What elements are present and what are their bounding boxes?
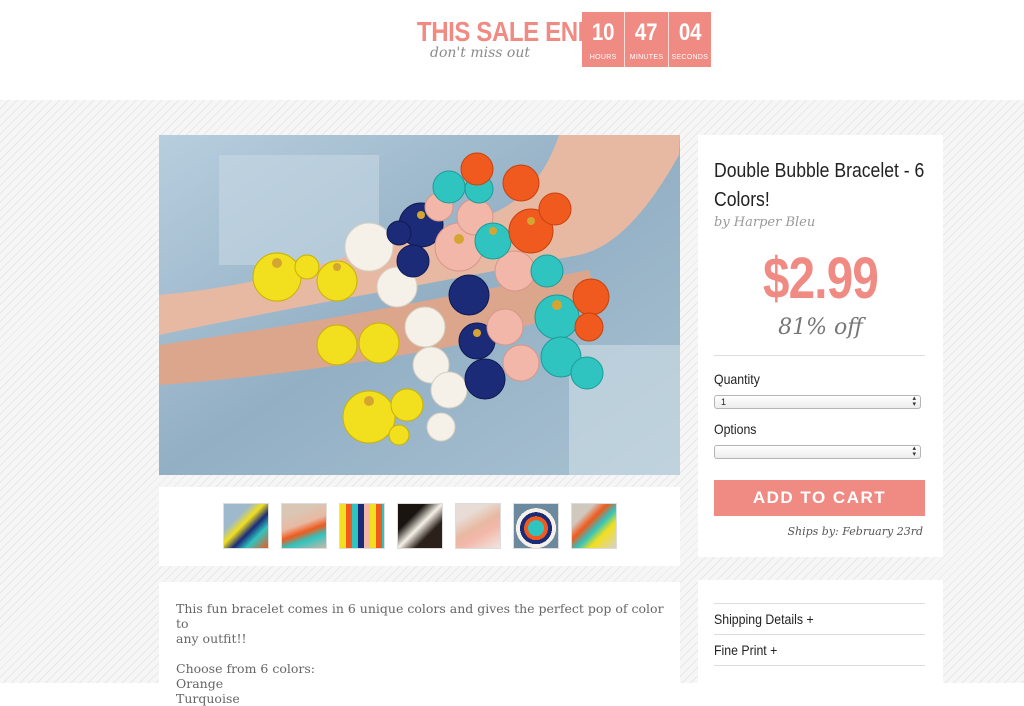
timer-hours-label: HOURS (589, 54, 617, 61)
description-line: Orange (176, 676, 224, 691)
description-line: Choose from 6 colors: (176, 661, 315, 676)
fine-print-toggle[interactable]: Fine Print + (714, 634, 925, 664)
thumbnail-2[interactable] (281, 503, 327, 549)
timer-hours-value: 10 (591, 19, 615, 46)
options-select[interactable]: ▴ ▾ (714, 445, 921, 459)
thumbnail-5[interactable] (455, 503, 501, 549)
shipping-details-toggle[interactable]: Shipping Details + (714, 603, 925, 633)
thumbnail-7[interactable] (571, 503, 617, 549)
sale-header: THIS SALE ENDS don't miss out 10 HOURS 4… (0, 0, 1024, 100)
timer-minutes-label: MINUTES (629, 54, 664, 61)
timer-seconds-label: SECONDS (671, 54, 709, 61)
fine-print-label: Fine Print + (714, 642, 778, 658)
sale-countdown-text: THIS SALE ENDS don't miss out (392, 16, 611, 62)
quantity-label: Quantity (714, 371, 760, 387)
description-line: This fun bracelet comes in 6 unique colo… (176, 601, 664, 631)
sale-title: THIS SALE ENDS (416, 16, 611, 47)
product-title: Double Bubble Bracelet - 6 Colors! (714, 160, 925, 211)
timer-seconds-value: 04 (678, 19, 702, 46)
timer-seconds: 04 SECONDS (669, 12, 711, 67)
options-label: Options (714, 421, 757, 437)
buy-box: Double Bubble Bracelet - 6 Colors! by Ha… (698, 135, 943, 557)
timer-hours: 10 HOURS (582, 12, 626, 67)
product-photo[interactable] (159, 135, 680, 475)
timer-minutes: 47 MINUTES (625, 12, 669, 67)
divider (714, 355, 925, 356)
bracelet-photo-illustration (159, 135, 680, 475)
description-line: Turquoise (176, 691, 240, 706)
thumbnail-4[interactable] (397, 503, 443, 549)
select-arrows-icon: ▴ ▾ (912, 395, 916, 408)
thumbnail-6[interactable] (513, 503, 559, 549)
ships-by-text: Ships by: February 23rd (787, 525, 923, 538)
sale-subtitle: don't miss out (430, 45, 530, 61)
info-box: Shipping Details + Fine Print + (698, 580, 943, 683)
description-line: any outfit!! (176, 631, 247, 646)
quantity-select-value: 1 (721, 397, 727, 407)
product-price: $2.99 (763, 246, 879, 311)
thumbnail-strip (159, 487, 680, 566)
add-to-cart-button[interactable]: ADD TO CART (714, 480, 925, 516)
quantity-select[interactable]: 1 ▴ ▾ (714, 395, 921, 409)
product-brand[interactable]: by Harper Bleu (714, 215, 815, 230)
timer-minutes-value: 47 (635, 19, 658, 46)
discount-label: 81% off (778, 315, 863, 340)
select-arrows-icon: ▴ ▾ (912, 445, 916, 458)
divider (714, 665, 925, 666)
shipping-details-label: Shipping Details + (714, 611, 814, 627)
product-description: This fun bracelet comes in 6 unique colo… (159, 582, 680, 706)
thumbnail-1[interactable] (223, 503, 269, 549)
thumbnail-3[interactable] (339, 503, 385, 549)
countdown-timer: 10 HOURS 47 MINUTES 04 SECONDS (582, 12, 711, 67)
